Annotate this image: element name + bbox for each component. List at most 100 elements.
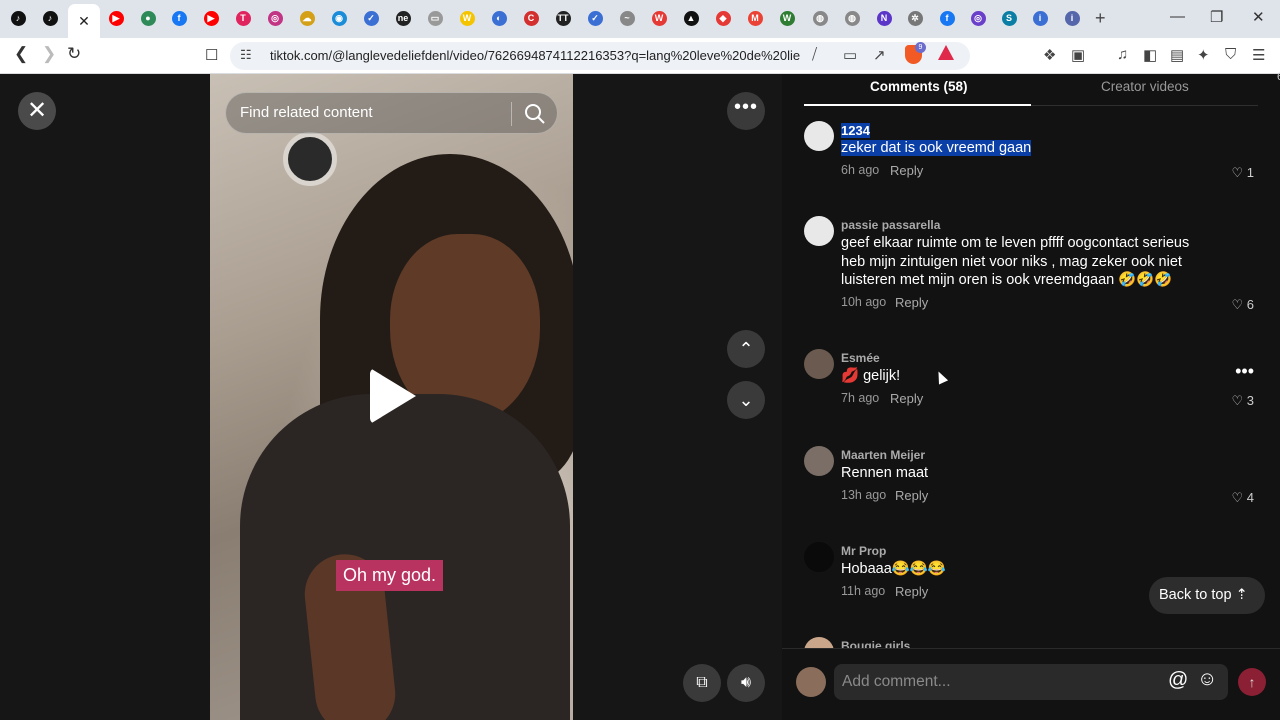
browser-tab[interactable]: ◎ xyxy=(966,5,990,31)
browser-tab[interactable]: ◐ xyxy=(487,5,511,31)
avatar[interactable] xyxy=(804,446,834,476)
browser-tab[interactable]: ▶ xyxy=(199,5,223,31)
search-icon[interactable] xyxy=(523,102,547,126)
browser-tab[interactable]: ✕ xyxy=(68,4,100,38)
like-icon[interactable]: ♡ 3 xyxy=(1232,393,1255,409)
tab-search-icon[interactable]: ▣ xyxy=(1071,46,1085,64)
more-options-button[interactable]: ••• xyxy=(727,92,765,130)
browser-tab[interactable]: ♪ xyxy=(38,5,62,31)
like-icon[interactable]: ♡ 6 xyxy=(1232,297,1255,313)
tab-comments[interactable]: Comments (58) xyxy=(870,79,968,94)
tab-creator-videos[interactable]: Creator videos xyxy=(1101,79,1189,94)
site-info-icon[interactable]: ☷ xyxy=(240,47,252,63)
browser-tab[interactable]: i xyxy=(1028,5,1052,31)
browser-tab[interactable]: ▭ xyxy=(423,5,447,31)
translate-off-icon[interactable]: ⧸ xyxy=(812,46,817,63)
browser-tab[interactable]: ne xyxy=(391,5,415,31)
browser-tab[interactable]: ~ xyxy=(615,5,639,31)
back-icon[interactable]: ❮ xyxy=(14,44,28,64)
avatar[interactable] xyxy=(804,542,834,572)
reply-button[interactable]: Reply xyxy=(895,584,928,599)
brave-rewards-icon[interactable] xyxy=(938,45,954,60)
mention-icon[interactable]: @ xyxy=(1168,669,1188,692)
emoji-icon[interactable]: ☺ xyxy=(1197,668,1217,691)
like-icon[interactable]: ♡ 1 xyxy=(1232,165,1255,181)
browser-tab[interactable]: f xyxy=(935,5,959,31)
reply-button[interactable]: Reply xyxy=(895,488,928,503)
browser-tab[interactable]: ● xyxy=(136,5,160,31)
browser-tab[interactable]: ◆ xyxy=(711,5,735,31)
add-comment-placeholder[interactable]: Add comment... xyxy=(842,673,951,691)
menu-icon[interactable]: ☰ xyxy=(1252,46,1265,64)
comment-text: Hobaaa😂😂😂 xyxy=(841,561,946,577)
send-comment-button[interactable]: ↑ xyxy=(1238,668,1266,696)
volume-icon[interactable]: 🔊︎ xyxy=(727,664,765,702)
browser-tab[interactable]: ♪ xyxy=(6,5,30,31)
vpn-icon[interactable]: ⛉ xyxy=(1225,46,1236,63)
url-text[interactable]: tiktok.com/@langlevedeliefdenl/video/762… xyxy=(270,48,800,63)
browser-tab[interactable]: C xyxy=(519,5,543,31)
browser-tab[interactable]: W xyxy=(647,5,671,31)
browser-tab[interactable]: ✲ xyxy=(903,5,927,31)
comment-username[interactable]: 1234 xyxy=(841,123,870,138)
browser-tab[interactable]: f xyxy=(167,5,191,31)
like-icon[interactable]: ♡ 4 xyxy=(1232,490,1255,506)
browser-tab[interactable]: ◍ xyxy=(808,5,832,31)
video-player[interactable]: Find related content Oh my god. xyxy=(210,74,573,720)
browser-tab[interactable]: ✓ xyxy=(359,5,383,31)
previous-video-button[interactable]: ⌃ xyxy=(727,330,765,368)
window-close-icon[interactable]: ✕ xyxy=(1252,8,1265,26)
browser-tab[interactable]: T xyxy=(231,5,255,31)
comment-item: Esmée 💋 gelijk! 7h ago Reply ♡ 3 ••• xyxy=(804,349,1264,429)
browser-tab[interactable]: TT xyxy=(551,5,575,31)
browser-tab[interactable]: ◉ xyxy=(327,5,351,31)
find-related-search[interactable]: Find related content xyxy=(225,92,558,134)
browser-tab[interactable]: N xyxy=(872,5,896,31)
leo-ai-icon[interactable]: ✦ xyxy=(1197,46,1210,64)
bookmark-icon[interactable]: ☐ xyxy=(205,46,218,64)
browser-tab[interactable]: ✓ xyxy=(583,5,607,31)
reply-button[interactable]: Reply xyxy=(890,391,923,406)
forward-icon[interactable]: ❯ xyxy=(42,44,56,64)
extensions-icon[interactable]: ❖ xyxy=(1043,46,1056,64)
maximize-icon[interactable]: ❐ xyxy=(1210,8,1223,26)
minimize-icon[interactable]: — xyxy=(1170,8,1185,25)
back-to-top-button[interactable]: Back to top ⇡ xyxy=(1149,577,1265,614)
browser-tab[interactable]: W xyxy=(455,5,479,31)
browser-tab[interactable]: ▶ xyxy=(104,5,128,31)
next-video-button[interactable]: ⌄ xyxy=(727,381,765,419)
comment-text: Rennen maat xyxy=(841,465,929,481)
sidebar-icon[interactable]: ◧ xyxy=(1143,46,1157,64)
reply-button[interactable]: Reply xyxy=(890,163,923,178)
browser-tab[interactable]: M xyxy=(743,5,767,31)
reload-icon[interactable]: ↻ xyxy=(67,44,81,64)
comment-username[interactable]: Mr Prop xyxy=(841,544,886,558)
comment-more-icon[interactable]: ••• xyxy=(1235,361,1254,382)
media-icon[interactable]: ♫ xyxy=(1117,46,1128,63)
cast-icon[interactable]: ▭ xyxy=(843,46,857,64)
find-related-placeholder[interactable]: Find related content xyxy=(240,104,373,121)
comment-username[interactable]: Maarten Meijer xyxy=(841,448,925,462)
floating-player-icon[interactable]: ⧉ xyxy=(683,664,721,702)
browser-tab[interactable]: ◍ xyxy=(840,5,864,31)
browser-tab[interactable]: ☁ xyxy=(295,5,319,31)
avatar[interactable] xyxy=(804,216,834,246)
browser-tab[interactable]: S xyxy=(997,5,1021,31)
reply-button[interactable]: Reply xyxy=(895,295,928,310)
comment-username[interactable]: Esmée xyxy=(841,351,880,365)
avatar[interactable] xyxy=(804,349,834,379)
browser-tab[interactable]: ▲ xyxy=(679,5,703,31)
share-icon[interactable]: ↗ xyxy=(873,46,886,64)
address-bar[interactable]: ☷ tiktok.com/@langlevedeliefdenl/video/7… xyxy=(230,42,970,70)
avatar[interactable] xyxy=(804,121,834,151)
close-video-button[interactable]: ✕ xyxy=(18,92,56,130)
browser-tab[interactable]: ◎ xyxy=(263,5,287,31)
browser-tab[interactable]: W xyxy=(775,5,799,31)
play-icon[interactable] xyxy=(370,368,416,424)
add-comment-input[interactable]: Add comment... @ ☺ xyxy=(834,664,1228,700)
browser-tab[interactable]: i xyxy=(1060,5,1084,31)
comment-username[interactable]: passie passarella xyxy=(841,218,940,232)
new-tab-icon[interactable]: + xyxy=(1095,8,1106,29)
close-icon[interactable]: ✕ xyxy=(78,13,90,30)
wallet-icon[interactable]: ▤ xyxy=(1170,46,1184,64)
